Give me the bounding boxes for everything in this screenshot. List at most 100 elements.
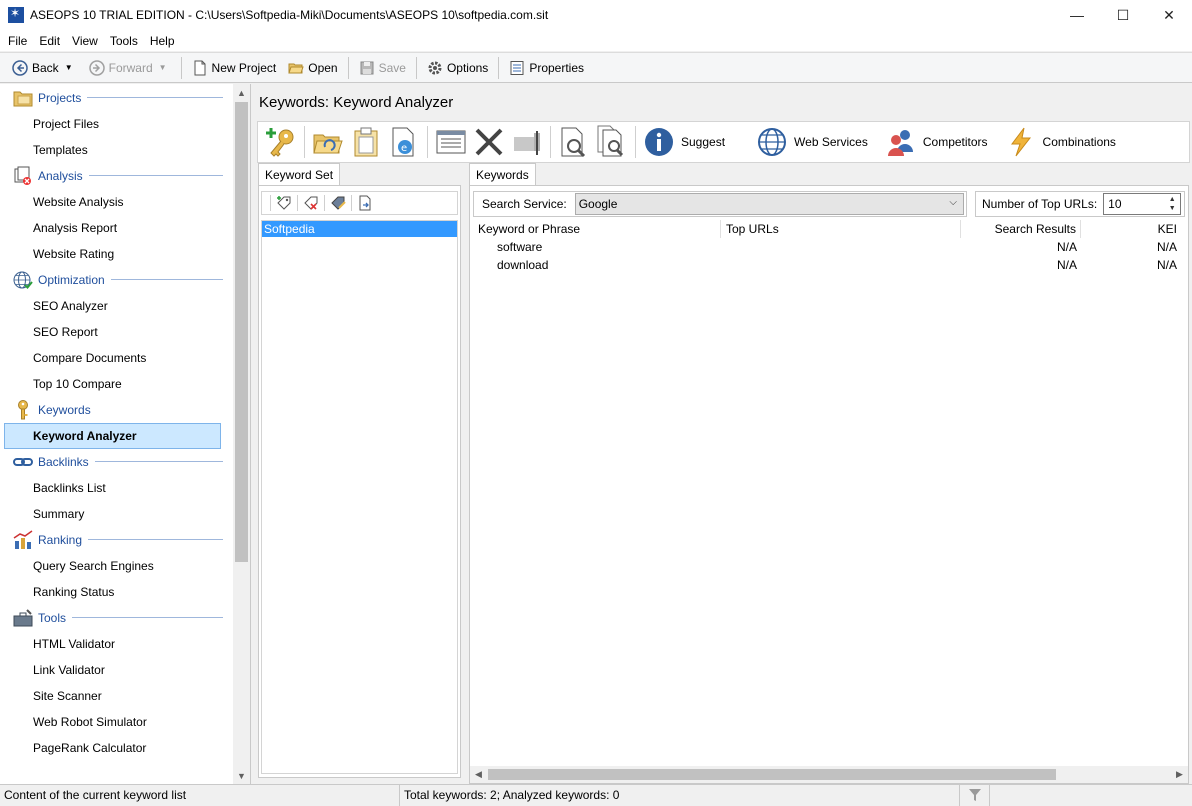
paste-keywords-icon[interactable] (348, 124, 384, 160)
sidebar-item-seo-analyzer[interactable]: SEO Analyzer (0, 293, 233, 319)
add-tag-icon[interactable] (273, 193, 295, 213)
maximize-button[interactable]: ☐ (1100, 0, 1146, 30)
delete-tag-icon[interactable] (300, 193, 322, 213)
scroll-up-icon[interactable]: ▲ (233, 84, 250, 101)
forward-label: Forward (108, 60, 153, 75)
keyword-cell: software (497, 240, 543, 254)
sidebar-item-website-analysis[interactable]: Website Analysis (0, 189, 233, 215)
menu-file[interactable]: File (2, 34, 33, 48)
sidebar-item-summary[interactable]: Summary (0, 501, 233, 527)
column-keyword-or-phrase[interactable]: Keyword or Phrase (473, 220, 721, 238)
sidebar-item-backlinks-list[interactable]: Backlinks List (0, 475, 233, 501)
menu-tools[interactable]: Tools (104, 34, 144, 48)
menu-bar: File Edit View Tools Help (0, 30, 1192, 51)
open-keyword-file-icon[interactable] (310, 124, 346, 160)
info-icon (641, 124, 677, 160)
sidebar-item-project-files[interactable]: Project Files (0, 111, 233, 137)
open-button[interactable]: Open (282, 56, 343, 80)
group-divider (94, 460, 223, 462)
combinations-button[interactable]: Combinations (1002, 124, 1116, 160)
add-keyword-icon[interactable] (263, 124, 299, 160)
scrollbar-thumb[interactable] (488, 769, 1056, 780)
tab-keyword-set[interactable]: Keyword Set (258, 163, 341, 185)
top-urls-stepper[interactable]: 10 ▲ ▼ (1103, 193, 1182, 215)
web-services-button[interactable]: Web Services (753, 124, 868, 160)
globe-check-icon (12, 269, 34, 291)
competitors-button[interactable]: Competitors (882, 124, 988, 160)
sidebar-item-website-rating[interactable]: Website Rating (0, 241, 233, 267)
sidebar-item-compare-documents[interactable]: Compare Documents (0, 345, 233, 371)
main-content: Keywords: Keyword Analyzer e Suggest Web… (252, 84, 1192, 784)
globe-icon (754, 124, 790, 160)
scroll-right-icon[interactable]: ▶ (1171, 766, 1188, 783)
forward-dropdown-icon[interactable]: ▼ (159, 63, 167, 72)
group-ranking: Ranking (0, 527, 233, 553)
group-divider (87, 96, 223, 98)
save-button[interactable]: Save (353, 56, 412, 80)
delete-x-icon[interactable] (471, 124, 507, 160)
list-item[interactable]: Softpedia (262, 221, 457, 237)
search-service-label: Search Service: (482, 197, 567, 211)
group-keywords: Keywords (0, 397, 233, 423)
filter-icon[interactable] (960, 784, 990, 806)
scroll-down-icon[interactable]: ▼ (233, 767, 250, 784)
sidebar-scrollbar[interactable]: ▲ ▼ (233, 84, 250, 784)
close-button[interactable]: ✕ (1146, 0, 1192, 30)
column-search-results[interactable]: Search Results (961, 220, 1081, 238)
scroll-left-icon[interactable]: ◀ (470, 766, 487, 783)
column-kei[interactable]: KEI (1081, 220, 1181, 238)
search-service-select[interactable]: Google ⌵ (574, 193, 964, 215)
spin-arrows-icon[interactable]: ▲ ▼ (1165, 195, 1179, 213)
forward-button[interactable]: Forward ▼ (83, 56, 177, 80)
sidebar-item-web-robot-simulator[interactable]: Web Robot Simulator (0, 709, 233, 735)
new-project-button[interactable]: New Project (186, 56, 283, 80)
sidebar-item-link-validator[interactable]: Link Validator (0, 657, 233, 683)
top-urls-label: Number of Top URLs: (982, 197, 1098, 211)
back-button[interactable]: Back ▼ (6, 56, 83, 80)
options-button[interactable]: Options (421, 56, 494, 80)
sidebar-item-keyword-analyzer[interactable]: Keyword Analyzer (4, 423, 221, 449)
menu-edit[interactable]: Edit (33, 34, 66, 48)
table-row[interactable]: software N/A N/A (473, 238, 1185, 256)
group-divider (110, 278, 223, 280)
sidebar-item-query-search-engines[interactable]: Query Search Engines (0, 553, 233, 579)
export-document-icon[interactable] (354, 193, 376, 213)
edit-tag-icon[interactable] (327, 193, 349, 213)
back-dropdown-icon[interactable]: ▼ (65, 63, 73, 72)
ribbon-separator (427, 126, 428, 158)
group-backlinks: Backlinks (0, 449, 233, 475)
sidebar-item-seo-report[interactable]: SEO Report (0, 319, 233, 345)
horizontal-scrollbar[interactable]: ◀ ▶ (470, 766, 1188, 783)
find-in-document-icon[interactable] (556, 124, 592, 160)
minimize-button[interactable]: — (1054, 0, 1100, 30)
tab-keywords[interactable]: Keywords (469, 163, 536, 185)
sidebar-item-html-validator[interactable]: HTML Validator (0, 631, 233, 657)
clear-eraser-icon[interactable] (509, 124, 545, 160)
kei-cell: N/A (1156, 258, 1177, 272)
sidebar-item-pagerank-calculator[interactable]: PageRank Calculator (0, 735, 233, 761)
menu-view[interactable]: View (66, 34, 104, 48)
sidebar-item-ranking-status[interactable]: Ranking Status (0, 579, 233, 605)
group-label: Ranking (38, 533, 83, 547)
group-tools: Tools (0, 605, 233, 631)
import-from-web-icon[interactable]: e (386, 124, 422, 160)
properties-list-icon (509, 60, 525, 76)
table-row[interactable]: download N/A N/A (473, 256, 1185, 274)
analysis-icon (12, 165, 34, 187)
group-optimization: Optimization (0, 267, 233, 293)
sidebar-item-site-scanner[interactable]: Site Scanner (0, 683, 233, 709)
sidebar-item-top-10-compare[interactable]: Top 10 Compare (0, 371, 233, 397)
column-top-urls[interactable]: Top URLs (721, 220, 961, 238)
search-service-value: Google (578, 197, 618, 211)
options-label: Options (446, 60, 489, 75)
sidebar-item-analysis-report[interactable]: Analysis Report (0, 215, 233, 241)
menu-help[interactable]: Help (144, 34, 181, 48)
sidebar-item-templates[interactable]: Templates (0, 137, 233, 163)
edit-list-icon[interactable] (433, 124, 469, 160)
properties-button[interactable]: Properties (503, 56, 590, 80)
suggest-button[interactable]: Suggest (640, 124, 725, 160)
ribbon-separator (635, 126, 636, 158)
scrollbar-thumb[interactable] (235, 102, 248, 562)
find-all-documents-icon[interactable] (594, 124, 630, 160)
forward-arrow-icon (88, 59, 105, 76)
